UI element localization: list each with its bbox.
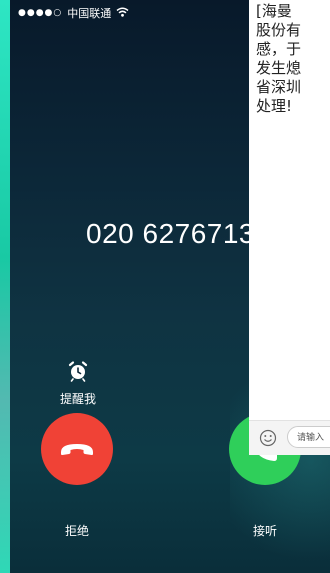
- alarm-clock-icon: [68, 361, 88, 382]
- signal-strength: ●●●●○: [18, 8, 63, 18]
- sms-line: [海曼: [256, 2, 292, 20]
- carrier-name: 中国联通: [67, 7, 112, 20]
- sms-reply-bar: 请输入: [249, 420, 330, 455]
- hang-up-phone-icon: [61, 444, 93, 455]
- sms-line: 省深圳: [256, 78, 302, 96]
- sms-message-body: [海曼 股份有 感，于 发生熄 省深圳 处理!: [256, 2, 330, 116]
- accept-label: 接听: [252, 524, 277, 538]
- sms-line: 处理!: [256, 97, 293, 115]
- decline-label: 拒绝: [64, 524, 89, 538]
- decline-button[interactable]: [41, 413, 113, 485]
- sms-line: 发生熄: [256, 59, 302, 77]
- remind-me-button[interactable]: 提醒我: [52, 360, 104, 407]
- remind-me-label: 提醒我: [59, 392, 96, 406]
- sms-reply-input[interactable]: 请输入: [287, 426, 330, 448]
- sms-line: 感，于: [256, 40, 302, 58]
- emoji-icon[interactable]: [259, 429, 277, 447]
- status-bar: ●●●●○ 中国联通: [18, 5, 129, 21]
- sms-line: 股份有: [256, 21, 302, 39]
- sms-notification-panel: [海曼 股份有 感，于 发生熄 省深圳 处理! 请输入: [249, 0, 330, 455]
- caller-number: 020 6276713: [86, 218, 256, 249]
- wifi-icon: [116, 6, 129, 20]
